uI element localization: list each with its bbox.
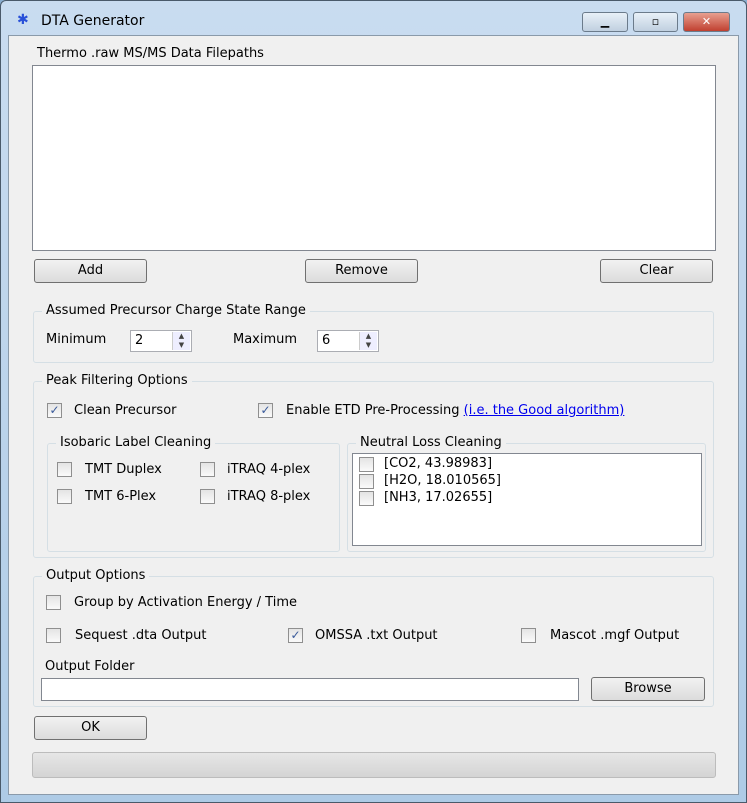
close-button[interactable]: ✕: [683, 12, 730, 32]
itraq-4plex-checkbox[interactable]: [200, 462, 215, 477]
isobaric-title: Isobaric Label Cleaning: [56, 435, 216, 450]
h2o-checkbox[interactable]: [359, 474, 374, 489]
filepaths-label: Thermo .raw MS/MS Data Filepaths: [37, 46, 264, 61]
peak-filtering-title: Peak Filtering Options: [42, 373, 192, 388]
group-by-label: Group by Activation Energy / Time: [74, 595, 297, 610]
window-title: DTA Generator: [41, 13, 145, 29]
minimum-label: Minimum: [46, 332, 107, 347]
nh3-checkbox[interactable]: [359, 491, 374, 506]
neutral-loss-checklist[interactable]: [CO2, 43.98983] [H2O, 18.010565] [NH3, 1…: [352, 453, 702, 546]
itraq-4plex-label: iTRAQ 4-plex: [227, 462, 311, 477]
clean-precursor-checkbox[interactable]: ✓: [47, 403, 62, 418]
remove-button[interactable]: Remove: [305, 259, 418, 283]
etd-label: Enable ETD Pre-Processing (i.e. the Good…: [286, 403, 624, 418]
omssa-label: OMSSA .txt Output: [315, 628, 438, 643]
clean-precursor-label: Clean Precursor: [74, 403, 177, 418]
omssa-checkbox[interactable]: ✓: [288, 628, 303, 643]
group-by-checkbox[interactable]: [46, 595, 61, 610]
tmt-duplex-label: TMT Duplex: [85, 462, 162, 477]
clear-button[interactable]: Clear: [600, 259, 713, 283]
spinner-arrows-icon[interactable]: ▲ ▼: [359, 332, 377, 350]
itraq-8plex-checkbox[interactable]: [200, 489, 215, 504]
mascot-checkbox[interactable]: [521, 628, 536, 643]
co2-checkbox[interactable]: [359, 457, 374, 472]
spinner-arrows-icon[interactable]: ▲ ▼: [172, 332, 190, 350]
co2-label: [CO2, 43.98983]: [384, 456, 493, 471]
tmt-6plex-checkbox[interactable]: [57, 489, 72, 504]
maximum-spinner[interactable]: 6 ▲ ▼: [317, 330, 379, 352]
app-logo-icon: ✱: [17, 12, 29, 28]
sequest-checkbox[interactable]: [46, 628, 61, 643]
output-options-title: Output Options: [42, 568, 150, 583]
output-folder-label: Output Folder: [45, 659, 135, 674]
mascot-label: Mascot .mgf Output: [550, 628, 680, 643]
nh3-label: [NH3, 17.02655]: [384, 490, 493, 505]
tmt-duplex-checkbox[interactable]: [57, 462, 72, 477]
minimize-button[interactable]: ▁: [582, 12, 628, 32]
maximum-label: Maximum: [233, 332, 298, 347]
etd-info-link[interactable]: (i.e. the Good algorithm): [464, 403, 625, 418]
h2o-label: [H2O, 18.010565]: [384, 473, 501, 488]
tmt-6plex-label: TMT 6-Plex: [85, 489, 157, 504]
minimum-value: 2: [135, 333, 144, 348]
etd-checkbox[interactable]: ✓: [258, 403, 273, 418]
add-button[interactable]: Add: [34, 259, 147, 283]
sequest-label: Sequest .dta Output: [75, 628, 207, 643]
maximum-value: 6: [322, 333, 331, 348]
progress-bar: [32, 752, 716, 778]
filepaths-listbox[interactable]: [32, 65, 716, 251]
minimum-spinner[interactable]: 2 ▲ ▼: [130, 330, 192, 352]
output-folder-input[interactable]: [41, 678, 579, 701]
etd-text: Enable ETD Pre-Processing: [286, 403, 460, 418]
charge-range-title: Assumed Precursor Charge State Range: [42, 303, 310, 318]
maximize-button[interactable]: ▫: [633, 12, 678, 32]
neutral-loss-title: Neutral Loss Cleaning: [356, 435, 506, 450]
ok-button[interactable]: OK: [34, 716, 147, 740]
browse-button[interactable]: Browse: [591, 677, 705, 701]
itraq-8plex-label: iTRAQ 8-plex: [227, 489, 311, 504]
